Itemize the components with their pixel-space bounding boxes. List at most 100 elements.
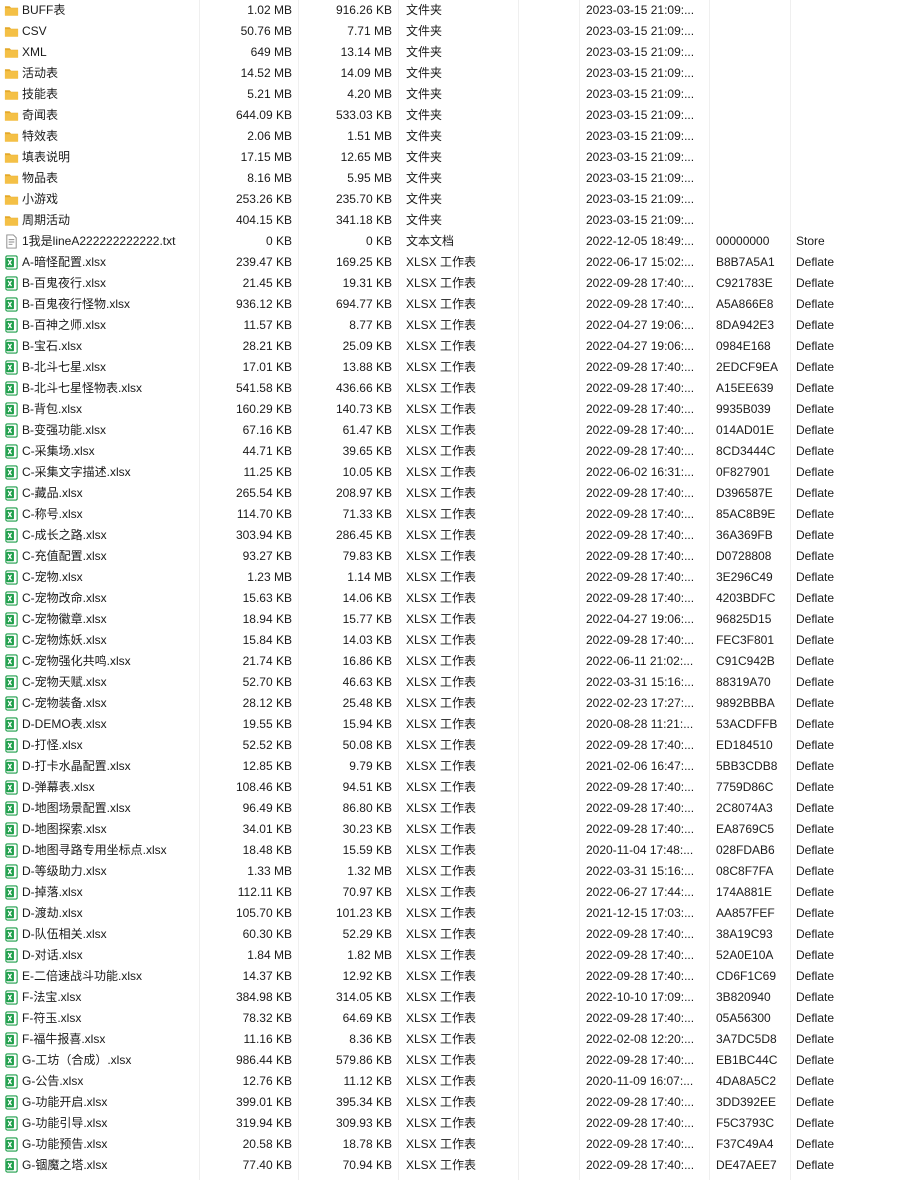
- table-row[interactable]: G-锢魔之塔.xlsx 77.40 KB 70.94 KB XLSX 工作表 2022-…: [0, 1155, 910, 1176]
- compression-method: Deflate: [796, 927, 835, 941]
- table-row[interactable]: D-打怪.xlsx 52.52 KB 50.08 KB XLSX 工作表 2022-09…: [0, 735, 910, 756]
- table-row[interactable]: F-法宝.xlsx 384.98 KB 314.05 KB XLSX 工作表 2022-…: [0, 987, 910, 1008]
- file-name: D-地图场景配置.xlsx: [22, 801, 131, 815]
- table-row[interactable]: XML 649 MB 13.14 MB 文件夹 2023-03-15 21:09:...: [0, 42, 910, 63]
- table-row[interactable]: A-暗怪配置.xlsx 239.47 KB 169.25 KB XLSX 工作表 202…: [0, 252, 910, 273]
- table-row[interactable]: D-地图寻路专用坐标点.xlsx 18.48 KB 15.59 KB XLSX 工作表…: [0, 840, 910, 861]
- table-row[interactable]: D-弹幕表.xlsx 108.46 KB 94.51 KB XLSX 工作表 2022-…: [0, 777, 910, 798]
- compression-method: Deflate: [796, 633, 835, 647]
- file-size: 11.16 KB: [243, 1032, 292, 1046]
- compression-method: Deflate: [796, 570, 835, 584]
- table-row[interactable]: B-北斗七星.xlsx 17.01 KB 13.88 KB XLSX 工作表 2022-…: [0, 357, 910, 378]
- modified-date: 2021-12-15 17:03:...: [586, 906, 695, 920]
- table-row[interactable]: B-变强功能.xlsx 67.16 KB 61.47 KB XLSX 工作表 2022-…: [0, 420, 910, 441]
- table-row[interactable]: C-藏品.xlsx 265.54 KB 208.97 KB XLSX 工作表 2022-…: [0, 483, 910, 504]
- table-row[interactable]: 1我是lineA222222222222.txt 0 KB 0 KB 文本文档 2022…: [0, 231, 910, 252]
- modified-date: 2022-09-28 17:40:...: [586, 360, 695, 374]
- modified-date: 2021-02-06 16:47:...: [586, 759, 695, 773]
- table-row[interactable]: C-宠物改命.xlsx 15.63 KB 14.06 KB XLSX 工作表 2022-…: [0, 588, 910, 609]
- modified-date: 2022-09-28 17:40:...: [586, 1053, 695, 1067]
- file-type: 文件夹: [406, 213, 443, 227]
- xlsx-file-icon: [4, 423, 19, 438]
- table-row[interactable]: F-福牛报喜.xlsx 11.16 KB 8.36 KB XLSX 工作表 2022-0…: [0, 1029, 910, 1050]
- table-row[interactable]: C-充值配置.xlsx 93.27 KB 79.83 KB XLSX 工作表 2022-…: [0, 546, 910, 567]
- table-row[interactable]: D-对话.xlsx 1.84 MB 1.82 MB XLSX 工作表 2022-09-2…: [0, 945, 910, 966]
- table-row[interactable]: D-等级助力.xlsx 1.33 MB 1.32 MB XLSX 工作表 2022-03…: [0, 861, 910, 882]
- table-row[interactable]: 特效表 2.06 MB 1.51 MB 文件夹 2023-03-15 21:09:...: [0, 126, 910, 147]
- table-row[interactable]: D-地图探索.xlsx 34.01 KB 30.23 KB XLSX 工作表 2022-…: [0, 819, 910, 840]
- file-name: G-公告.xlsx: [22, 1074, 84, 1088]
- table-row[interactable]: 周期活动 404.15 KB 341.18 KB 文件夹 2023-03-15 21:0…: [0, 210, 910, 231]
- table-row[interactable]: B-百神之师.xlsx 11.57 KB 8.77 KB XLSX 工作表 2022-0…: [0, 315, 910, 336]
- table-row[interactable]: C-宠物强化共鸣.xlsx 21.74 KB 16.86 KB XLSX 工作表 202…: [0, 651, 910, 672]
- xlsx-file-icon: [4, 444, 19, 459]
- xlsx-file-icon: [4, 843, 19, 858]
- file-type: XLSX 工作表: [406, 822, 477, 836]
- xlsx-file-icon: [4, 549, 19, 564]
- packed-size: 30.23 KB: [342, 822, 392, 836]
- table-row[interactable]: 小游戏 253.26 KB 235.70 KB 文件夹 2023-03-15 21:09…: [0, 189, 910, 210]
- modified-date: 2022-09-28 17:40:...: [586, 780, 695, 794]
- xlsx-file-icon: [4, 339, 19, 354]
- table-row[interactable]: C-采集文字描述.xlsx 11.25 KB 10.05 KB XLSX 工作表 202…: [0, 462, 910, 483]
- table-row[interactable]: C-宠物.xlsx 1.23 MB 1.14 MB XLSX 工作表 2022-09-2…: [0, 567, 910, 588]
- table-row[interactable]: D-掉落.xlsx 112.11 KB 70.97 KB XLSX 工作表 2022-0…: [0, 882, 910, 903]
- table-row[interactable]: B-宝石.xlsx 28.21 KB 25.09 KB XLSX 工作表 2022-04…: [0, 336, 910, 357]
- table-row[interactable]: G-工坊（合成）.xlsx 986.44 KB 579.86 KB XLSX 工作表 2…: [0, 1050, 910, 1071]
- table-row[interactable]: 填表说明 17.15 MB 12.65 MB 文件夹 2023-03-15 21:09:…: [0, 147, 910, 168]
- packed-size: 436.66 KB: [335, 381, 392, 395]
- table-row[interactable]: C-宠物天赋.xlsx 52.70 KB 46.63 KB XLSX 工作表 2022-…: [0, 672, 910, 693]
- table-row[interactable]: G-功能开启.xlsx 399.01 KB 395.34 KB XLSX 工作表 202…: [0, 1092, 910, 1113]
- table-row[interactable]: D-打卡水晶配置.xlsx 12.85 KB 9.79 KB XLSX 工作表 2021…: [0, 756, 910, 777]
- table-row[interactable]: E-二倍速战斗功能.xlsx 14.37 KB 12.92 KB XLSX 工作表 20…: [0, 966, 910, 987]
- table-row[interactable]: 物品表 8.16 MB 5.95 MB 文件夹 2023-03-15 21:09:...: [0, 168, 910, 189]
- table-row[interactable]: B-背包.xlsx 160.29 KB 140.73 KB XLSX 工作表 2022-…: [0, 399, 910, 420]
- packed-size: 1.32 MB: [347, 864, 392, 878]
- file-type: XLSX 工作表: [406, 717, 477, 731]
- table-row[interactable]: C-采集场.xlsx 44.71 KB 39.65 KB XLSX 工作表 2022-0…: [0, 441, 910, 462]
- table-row[interactable]: B-北斗七星怪物表.xlsx 541.58 KB 436.66 KB XLSX 工作表…: [0, 378, 910, 399]
- table-row[interactable]: C-称号.xlsx 114.70 KB 71.33 KB XLSX 工作表 2022-0…: [0, 504, 910, 525]
- table-row[interactable]: G-公告.xlsx 12.76 KB 11.12 KB XLSX 工作表 2020-11…: [0, 1071, 910, 1092]
- table-row[interactable]: D-地图场景配置.xlsx 96.49 KB 86.80 KB XLSX 工作表 202…: [0, 798, 910, 819]
- table-row[interactable]: C-宠物装备.xlsx 28.12 KB 25.48 KB XLSX 工作表 2022-…: [0, 693, 910, 714]
- table-row[interactable]: D-DEMO表.xlsx 19.55 KB 15.94 KB XLSX 工作表 2020…: [0, 714, 910, 735]
- modified-date: 2022-04-27 19:06:...: [586, 339, 695, 353]
- file-type: XLSX 工作表: [406, 423, 477, 437]
- table-row[interactable]: F-符玉.xlsx 78.32 KB 64.69 KB XLSX 工作表 2022-09…: [0, 1008, 910, 1029]
- table-row[interactable]: C-成长之路.xlsx 303.94 KB 286.45 KB XLSX 工作表 202…: [0, 525, 910, 546]
- file-name: 特效表: [22, 129, 59, 143]
- table-row[interactable]: D-队伍相关.xlsx 60.30 KB 52.29 KB XLSX 工作表 2022-…: [0, 924, 910, 945]
- crc-value: 8DA942E3: [716, 318, 775, 332]
- table-row[interactable]: D-渡劫.xlsx 105.70 KB 101.23 KB XLSX 工作表 2021-…: [0, 903, 910, 924]
- file-type: XLSX 工作表: [406, 402, 477, 416]
- table-row[interactable]: 奇闻表 644.09 KB 533.03 KB 文件夹 2023-03-15 21:09…: [0, 105, 910, 126]
- table-row[interactable]: C-宠物炼妖.xlsx 15.84 KB 14.03 KB XLSX 工作表 2022-…: [0, 630, 910, 651]
- table-row[interactable]: G-功能引导.xlsx 319.94 KB 309.93 KB XLSX 工作表 202…: [0, 1113, 910, 1134]
- table-row[interactable]: BUFF表 1.02 MB 916.26 KB 文件夹 2023-03-15 21:09…: [0, 0, 910, 21]
- file-name: D-地图探索.xlsx: [22, 822, 107, 836]
- file-size: 1.33 MB: [247, 864, 292, 878]
- packed-size: 309.93 KB: [335, 1116, 392, 1130]
- table-row[interactable]: G-功能预告.xlsx 20.58 KB 18.78 KB XLSX 工作表 2022-…: [0, 1134, 910, 1155]
- table-row[interactable]: 活动表 14.52 MB 14.09 MB 文件夹 2023-03-15 21:09:.…: [0, 63, 910, 84]
- table-row[interactable]: B-百鬼夜行怪物.xlsx 936.12 KB 694.77 KB XLSX 工作表 2…: [0, 294, 910, 315]
- file-size: 649 MB: [250, 45, 292, 59]
- file-type: XLSX 工作表: [406, 1053, 477, 1067]
- table-row[interactable]: C-宠物徽章.xlsx 18.94 KB 15.77 KB XLSX 工作表 2022-…: [0, 609, 910, 630]
- file-name: 活动表: [22, 66, 59, 80]
- compression-method: Deflate: [796, 549, 835, 563]
- file-size: 17.15 MB: [240, 150, 292, 164]
- table-row[interactable]: B-百鬼夜行.xlsx 21.45 KB 19.31 KB XLSX 工作表 2022-…: [0, 273, 910, 294]
- file-size: 28.12 KB: [242, 696, 292, 710]
- packed-size: 341.18 KB: [335, 213, 392, 227]
- modified-date: 2022-09-28 17:40:...: [586, 528, 695, 542]
- table-row[interactable]: CSV 50.76 MB 7.71 MB 文件夹 2023-03-15 21:09:..…: [0, 21, 910, 42]
- modified-date: 2022-09-28 17:40:...: [586, 1116, 695, 1130]
- file-name: 技能表: [22, 87, 59, 101]
- file-name: C-宠物.xlsx: [22, 570, 83, 584]
- table-row[interactable]: 技能表 5.21 MB 4.20 MB 文件夹 2023-03-15 21:09:...: [0, 84, 910, 105]
- xlsx-file-icon: [4, 633, 19, 648]
- xlsx-file-icon: [4, 696, 19, 711]
- folder-icon: [4, 192, 19, 207]
